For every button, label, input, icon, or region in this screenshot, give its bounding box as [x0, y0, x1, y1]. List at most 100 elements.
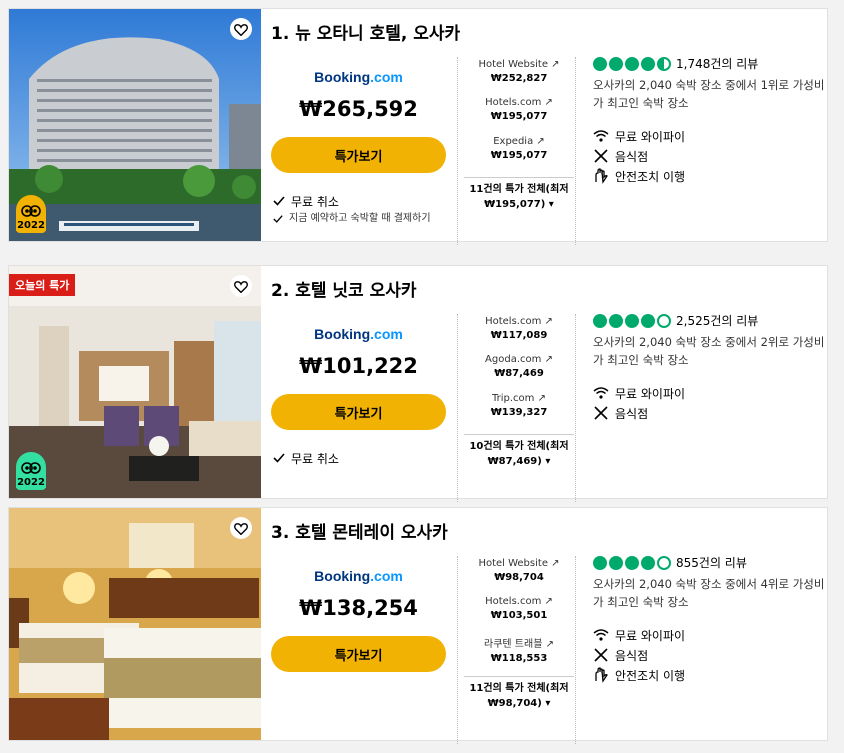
- best-price: ₩101,222: [299, 354, 418, 378]
- review-count-link[interactable]: 855건의 리뷰: [676, 554, 747, 571]
- divider: [457, 314, 458, 502]
- hotel-title[interactable]: 3. 호텔 몬테레이 오사카: [271, 518, 448, 543]
- save-favorite-button[interactable]: [230, 517, 252, 539]
- heart-icon: [234, 280, 248, 293]
- provider-offer[interactable]: Hotel Website ↗ ₩98,704: [464, 558, 574, 583]
- heart-icon: [234, 522, 248, 535]
- view-deal-button[interactable]: 특가보기: [271, 394, 446, 430]
- all-deals-link[interactable]: 11건의 특가 전체(최저 ₩98,704) ▾: [464, 676, 574, 711]
- all-deals-link[interactable]: 10건의 특가 전체(최저 ₩87,469) ▾: [464, 434, 574, 469]
- amenity-item: 음식점: [593, 403, 823, 423]
- divider: [457, 57, 458, 245]
- booking-logo: Booking.com: [314, 326, 403, 342]
- amenities-list: 무료 와이파이 음식점: [593, 383, 823, 423]
- amenities-list: 무료 와이파이 음식점 안전조치 이행: [593, 126, 823, 186]
- amenity-item: 무료 와이파이: [593, 126, 823, 146]
- save-favorite-button[interactable]: [230, 18, 252, 40]
- chevron-down-icon: ▾: [545, 698, 551, 709]
- heart-icon: [234, 23, 248, 36]
- booking-logo: Booking.com: [314, 69, 403, 85]
- wifi-icon: [593, 130, 609, 142]
- hotel-photo-image: [9, 266, 261, 498]
- booking-logo: Booking.com: [314, 568, 403, 584]
- best-price: ₩265,592: [299, 97, 418, 121]
- external-link-icon: ↗: [544, 316, 553, 327]
- review-count-link[interactable]: 2,525건의 리뷰: [676, 312, 758, 329]
- hotel-photo-image: [9, 9, 261, 241]
- hotel-title[interactable]: 2. 호텔 닛코 오사카: [271, 276, 417, 301]
- hotel-photo[interactable]: [9, 508, 261, 740]
- hotel-photo[interactable]: 오늘의 특가 2022: [9, 266, 261, 498]
- hotel-photo[interactable]: 2022: [9, 9, 261, 241]
- ranking-text: 오사카의 2,040 숙박 장소 중에서 1위로 가성비가 최고인 숙박 장소: [593, 78, 825, 110]
- rating: 2,525건의 리뷰: [593, 312, 758, 329]
- view-deal-button[interactable]: 특가보기: [271, 636, 446, 672]
- amenity-item: 안전조치 이행: [593, 166, 823, 186]
- best-price: ₩138,254: [299, 596, 418, 620]
- external-link-icon: ↗: [544, 97, 553, 108]
- hotel-photo-image: [9, 508, 261, 740]
- external-link-icon: ↗: [551, 59, 560, 70]
- tripadvisor-owl-icon: [21, 205, 41, 217]
- divider: [575, 556, 576, 744]
- rating: 1,748건의 리뷰: [593, 55, 758, 72]
- amenity-item: 음식점: [593, 146, 823, 166]
- perks-list: 무료 취소: [273, 450, 453, 467]
- check-icon: [273, 196, 285, 206]
- perk-item: 무료 취소: [273, 193, 453, 210]
- hotel-title[interactable]: 1. 뉴 오타니 호텔, 오사카: [271, 19, 460, 44]
- restaurant-icon: [594, 149, 608, 163]
- provider-offer[interactable]: Expedia ↗ ₩195,077: [464, 136, 574, 161]
- view-deal-button[interactable]: 특가보기: [271, 137, 446, 173]
- hotel-card: 2022 1. 뉴 오타니 호텔, 오사카 Booking.com ₩265,5…: [8, 8, 828, 245]
- check-icon: [273, 453, 285, 463]
- external-link-icon: ↗: [545, 639, 554, 650]
- hotel-card: 오늘의 특가 2022 2. 호텔 닛코 오사카 Booking.com ₩10…: [8, 265, 828, 502]
- provider-offer[interactable]: 라쿠텐 트래블 ↗ ₩118,553: [464, 635, 574, 664]
- chevron-down-icon: ▾: [545, 456, 551, 467]
- restaurant-icon: [594, 648, 608, 662]
- amenity-item: 음식점: [593, 645, 823, 665]
- ranking-text: 오사카의 2,040 숙박 장소 중에서 2위로 가성비가 최고인 숙박 장소: [593, 335, 825, 367]
- divider: [575, 57, 576, 245]
- divider: [457, 556, 458, 744]
- provider-offer[interactable]: Hotels.com ↗ ₩103,501: [464, 596, 574, 621]
- check-icon: [273, 215, 283, 223]
- divider: [575, 314, 576, 502]
- provider-offer[interactable]: Trip.com ↗ ₩139,327: [464, 393, 574, 418]
- provider-offer[interactable]: Hotels.com ↗ ₩117,089: [464, 316, 574, 341]
- amenity-item: 무료 와이파이: [593, 625, 823, 645]
- chevron-down-icon: ▾: [548, 199, 554, 210]
- provider-offer[interactable]: Hotels.com ↗ ₩195,077: [464, 97, 574, 122]
- external-link-icon: ↗: [544, 354, 553, 365]
- external-link-icon: ↗: [544, 596, 553, 607]
- perk-item: 지금 예약하고 숙박할 때 결제하기: [273, 212, 453, 225]
- save-favorite-button[interactable]: [230, 275, 252, 297]
- rating-bubbles: [593, 555, 673, 570]
- perks-list: 무료 취소 지금 예약하고 숙박할 때 결제하기: [273, 193, 453, 225]
- hotel-card: 3. 호텔 몬테레이 오사카 Booking.com ₩138,254 특가보기…: [8, 507, 828, 744]
- provider-offer[interactable]: Agoda.com ↗ ₩87,469: [464, 354, 574, 379]
- amenity-item: 무료 와이파이: [593, 383, 823, 403]
- rating-bubbles: [593, 313, 673, 328]
- todays-deal-tag: 오늘의 특가: [9, 274, 76, 296]
- badge-year: 2022: [16, 220, 46, 231]
- review-count-link[interactable]: 1,748건의 리뷰: [676, 55, 758, 72]
- all-deals-link[interactable]: 11건의 특가 전체(최저 ₩195,077) ▾: [464, 177, 574, 212]
- ranking-text: 오사카의 2,040 숙박 장소 중에서 4위로 가성비가 최고인 숙박 장소: [593, 577, 825, 609]
- external-link-icon: ↗: [537, 393, 546, 404]
- hotel-list: 2022 1. 뉴 오타니 호텔, 오사카 Booking.com ₩265,5…: [0, 0, 844, 753]
- wifi-icon: [593, 629, 609, 641]
- tripadvisor-owl-icon: [21, 462, 41, 474]
- external-link-icon: ↗: [551, 558, 560, 569]
- travelers-choice-badge: 2022: [16, 195, 46, 233]
- travelers-choice-badge: 2022: [16, 452, 46, 490]
- restaurant-icon: [594, 406, 608, 420]
- provider-offer[interactable]: Hotel Website ↗ ₩252,827: [464, 59, 574, 84]
- safety-hand-icon: [595, 168, 608, 184]
- amenities-list: 무료 와이파이 음식점 안전조치 이행: [593, 625, 823, 685]
- rating: 855건의 리뷰: [593, 554, 747, 571]
- wifi-icon: [593, 387, 609, 399]
- external-link-icon: ↗: [536, 136, 545, 147]
- perk-item: 무료 취소: [273, 450, 453, 467]
